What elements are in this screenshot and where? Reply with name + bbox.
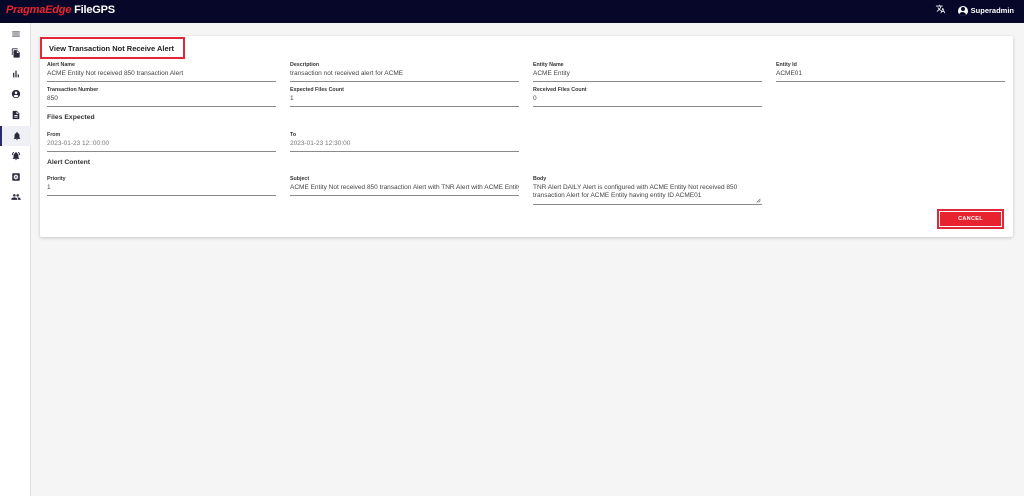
alert-detail-card: View Transaction Not Receive Alert Alert… — [40, 36, 1013, 237]
sidebar-item-profile[interactable] — [0, 84, 31, 104]
app-name: FileGPS — [74, 4, 115, 16]
field-label: Entity Id — [776, 62, 797, 68]
field-label: Entity Name — [533, 62, 564, 68]
sidebar-item-settings[interactable] — [0, 167, 31, 187]
received-files-count-value: 0 — [533, 94, 762, 107]
description-value: transaction not received alert for ACME — [290, 69, 519, 82]
field-label: Subject — [290, 176, 310, 182]
sidebar-item-documents[interactable] — [0, 105, 31, 125]
field-label: Description — [290, 62, 320, 68]
cancel-button-highlight: CANCEL — [937, 209, 1004, 229]
user-name: Superadmin — [970, 6, 1014, 15]
sidebar — [0, 23, 31, 496]
sidebar-item-reports[interactable] — [0, 64, 31, 84]
brand-name: PragmaEdge — [6, 4, 72, 16]
sidebar-menu-toggle[interactable] — [0, 24, 31, 44]
alert-content-heading: Alert Content — [47, 159, 91, 166]
bar-chart-icon — [12, 70, 19, 78]
expected-files-count-field[interactable]: Expected Files Count 1 — [290, 87, 519, 107]
entity-id-field[interactable]: Entity Id ACME01 — [776, 62, 1005, 82]
field-label: From — [47, 132, 61, 138]
priority-value: 1 — [47, 183, 276, 196]
app-logo[interactable]: PragmaEdge FileGPS — [6, 4, 115, 16]
transaction-number-value: 850 — [47, 94, 276, 107]
cancel-button[interactable]: CANCEL — [940, 212, 1001, 226]
subject-value: ACME Entity Not received 850 transaction… — [290, 183, 519, 196]
translate-icon[interactable] — [934, 4, 948, 17]
body-value: TNR Alert DAILY Alert is configured with… — [533, 184, 738, 199]
sidebar-item-notifications[interactable] — [0, 146, 31, 166]
document-icon — [12, 110, 19, 120]
sidebar-item-files[interactable] — [0, 43, 31, 63]
body-textarea[interactable]: TNR Alert DAILY Alert is configured with… — [533, 183, 762, 205]
top-bar: PragmaEdge FileGPS Superadmin — [0, 0, 1024, 23]
alert-name-value: ACME Entity Not received 850 transaction… — [47, 69, 276, 82]
priority-field[interactable]: Priority 1 — [47, 176, 276, 196]
field-label: Body — [533, 176, 547, 182]
account-circle-icon — [11, 89, 20, 99]
files-icon — [11, 48, 20, 58]
to-field[interactable]: To 2023-01-23 12:30:00 — [290, 132, 519, 152]
body-field[interactable]: Body TNR Alert DAILY Alert is configured… — [533, 176, 762, 205]
account-icon — [957, 5, 968, 16]
alert-name-field[interactable]: Alert Name ACME Entity Not received 850 … — [47, 62, 276, 82]
subject-field[interactable]: Subject ACME Entity Not received 850 tra… — [290, 176, 519, 196]
transaction-number-field[interactable]: Transaction Number 850 — [47, 87, 276, 107]
sidebar-item-alerts[interactable] — [0, 126, 31, 146]
description-field[interactable]: Description transaction not received ale… — [290, 62, 519, 82]
field-label: Transaction Number — [47, 87, 99, 93]
expected-files-count-value: 1 — [290, 94, 519, 107]
header-actions: Superadmin — [934, 4, 1014, 17]
settings-box-icon — [11, 173, 20, 181]
field-label: Expected Files Count — [290, 87, 344, 93]
bell-icon — [13, 132, 20, 141]
field-label: Received Files Count — [533, 87, 587, 93]
people-icon — [10, 194, 21, 200]
field-label: Priority — [47, 176, 66, 182]
sidebar-item-users[interactable] — [0, 187, 31, 207]
page-title: View Transaction Not Receive Alert — [40, 37, 185, 59]
field-label: To — [290, 132, 297, 138]
to-value: 2023-01-23 12:30:00 — [290, 139, 519, 152]
menu-icon — [11, 31, 20, 37]
user-menu[interactable]: Superadmin — [957, 5, 1014, 16]
field-label: Alert Name — [47, 62, 75, 68]
from-value: 2023-01-23 12::00:00 — [47, 139, 276, 152]
bell-alert-icon — [11, 151, 20, 161]
resize-handle-icon[interactable] — [755, 197, 761, 203]
files-expected-heading: Files Expected — [47, 114, 95, 121]
entity-id-value: ACME01 — [776, 69, 1005, 82]
from-field[interactable]: From 2023-01-23 12::00:00 — [47, 132, 276, 152]
entity-name-value: ACME Entity — [533, 69, 762, 82]
entity-name-field[interactable]: Entity Name ACME Entity — [533, 62, 762, 82]
received-files-count-field[interactable]: Received Files Count 0 — [533, 87, 762, 107]
